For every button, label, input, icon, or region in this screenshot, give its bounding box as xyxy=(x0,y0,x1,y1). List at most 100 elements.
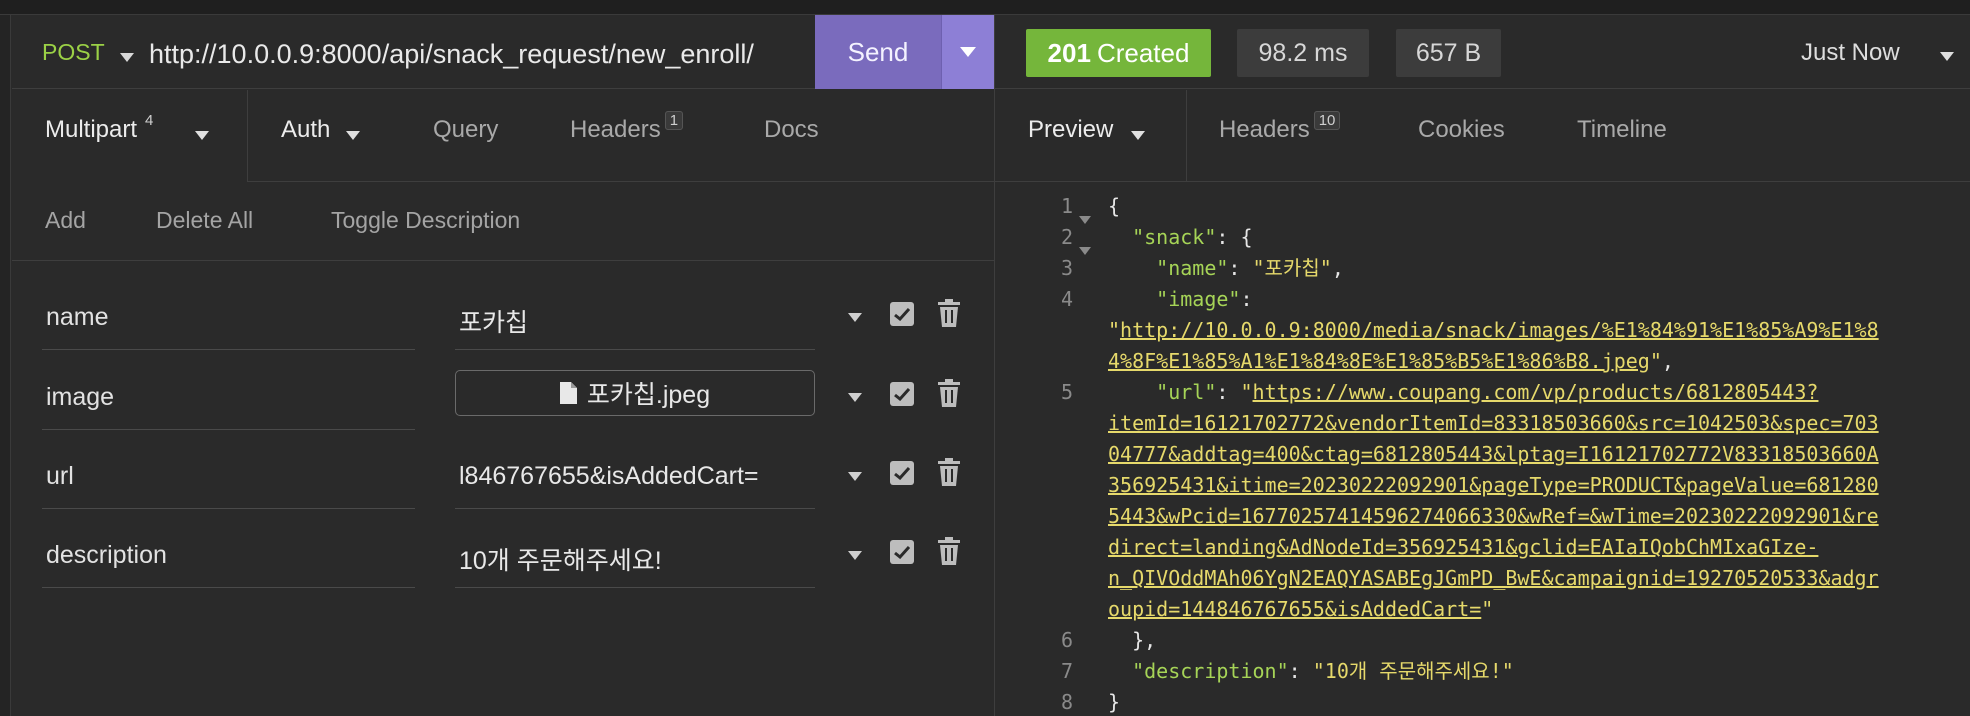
param-value-input[interactable]: 포카칩 xyxy=(459,303,819,339)
headers-count-badge: 1 xyxy=(664,111,684,130)
url-link[interactable]: oupid=144846767655&isAddedCart= xyxy=(1108,597,1481,621)
checkbox-icon[interactable] xyxy=(890,302,914,326)
line-number: 3 xyxy=(1060,256,1073,280)
caret-down-icon[interactable] xyxy=(848,309,862,327)
param-key-input[interactable]: url xyxy=(46,462,74,491)
json-line: direct=landing&AdNodeId=356925431&gclid=… xyxy=(1108,532,1818,563)
caret-down-icon[interactable] xyxy=(1131,127,1145,145)
delete-all-button[interactable]: Delete All xyxy=(156,207,253,234)
file-picker-button[interactable]: 포카칩.jpeg xyxy=(455,370,815,416)
fold-caret-icon[interactable] xyxy=(1079,202,1091,233)
json-line: "description": "10개 주문해주세요!" xyxy=(1132,659,1514,683)
url-link[interactable]: n_QIVOddMAh06YgN2EAQYASABEgJGmPD_BwE&cam… xyxy=(1108,566,1879,590)
json-line: 4%8F%E1%85%A1%E1%84%8E%E1%85%B5%E1%86%B8… xyxy=(1108,349,1674,373)
add-param-button[interactable]: Add xyxy=(45,207,86,234)
response-pane: 201 Created 98.2 ms 657 B Just Now Previe… xyxy=(995,15,1970,716)
param-row: url l846767655&isAddedCart= xyxy=(12,446,994,526)
tab-headers[interactable]: Headers 1 xyxy=(570,111,684,144)
tab-auth[interactable]: Auth xyxy=(281,116,330,144)
line-number: 1 xyxy=(1060,194,1073,218)
divider xyxy=(42,508,415,509)
url-link[interactable]: itemId=16121702772&vendorItemId=83318503… xyxy=(1108,411,1879,435)
json-line: 04777&addtag=400&ctag=6812805443&lptag=I… xyxy=(1108,439,1879,470)
caret-down-icon xyxy=(960,47,976,57)
json-line: "image": xyxy=(1156,287,1253,311)
url-input[interactable]: http://10.0.0.9:8000/api/snack_request/n… xyxy=(149,39,754,70)
response-time-badge: 98.2 ms xyxy=(1237,29,1369,77)
send-button[interactable]: Send xyxy=(815,15,941,89)
caret-down-icon[interactable] xyxy=(848,468,862,486)
checkbox-icon[interactable] xyxy=(890,540,914,564)
divider xyxy=(455,508,815,509)
send-options-button[interactable] xyxy=(941,15,994,89)
file-icon xyxy=(559,382,577,404)
line-number: 8 xyxy=(1060,690,1073,714)
request-pane: POST http://10.0.0.9:8000/api/snack_requ… xyxy=(12,15,994,716)
json-line: 5443&wPcid=16770257414596274066330&wRef=… xyxy=(1108,501,1879,532)
tab-cookies[interactable]: Cookies xyxy=(1418,116,1505,144)
line-number: 6 xyxy=(1060,628,1073,652)
json-line: "http://10.0.0.9:8000/media/snack/images… xyxy=(1108,318,1879,342)
param-row: name 포카칩 xyxy=(12,287,994,367)
divider xyxy=(42,587,415,588)
checkbox-icon[interactable] xyxy=(890,461,914,485)
checkbox-icon[interactable] xyxy=(890,382,914,406)
response-headers-count-badge: 10 xyxy=(1313,111,1341,130)
response-tabs: Preview Headers 10 Cookies Timeline xyxy=(995,90,1970,182)
tab-body[interactable]: Multipart 4 xyxy=(45,112,157,144)
line-number: 5 xyxy=(1060,380,1073,404)
trash-icon[interactable] xyxy=(938,379,960,412)
caret-down-icon[interactable] xyxy=(195,127,209,145)
tab-preview[interactable]: Preview xyxy=(1028,116,1113,144)
divider xyxy=(455,349,815,350)
method-selector[interactable]: POST xyxy=(42,39,105,66)
tab-response-headers[interactable]: Headers 10 xyxy=(1219,111,1341,144)
caret-down-icon[interactable] xyxy=(1940,48,1954,66)
json-line: n_QIVOddMAh06YgN2EAQYASABEgJGmPD_BwE&cam… xyxy=(1108,563,1879,594)
url-bar: POST http://10.0.0.9:8000/api/snack_requ… xyxy=(12,15,994,89)
sidebar-edge xyxy=(0,15,11,716)
json-line: }, xyxy=(1132,628,1157,652)
json-line: 356925431&itime=20230222092901&pageType=… xyxy=(1108,470,1879,501)
divider xyxy=(455,587,815,588)
response-status-bar: 201 Created 98.2 ms 657 B Just Now xyxy=(995,15,1970,89)
trash-icon[interactable] xyxy=(938,299,960,332)
tab-docs[interactable]: Docs xyxy=(764,116,819,144)
history-selector[interactable]: Just Now xyxy=(1801,39,1900,67)
json-line: "name": "포카칩", xyxy=(1156,256,1344,280)
trash-icon[interactable] xyxy=(938,458,960,491)
url-link[interactable]: https://www.coupang.com/vp/products/6812… xyxy=(1253,380,1819,404)
param-key-input[interactable]: image xyxy=(46,383,114,412)
param-key-input[interactable]: description xyxy=(46,541,167,570)
caret-down-icon[interactable] xyxy=(848,547,862,565)
param-row: image 포카칩.jpeg xyxy=(12,367,994,447)
url-link[interactable]: direct=landing&AdNodeId=356925431&gclid=… xyxy=(1108,535,1818,559)
json-line: "snack": { xyxy=(1132,225,1253,249)
toggle-description-button[interactable]: Toggle Description xyxy=(331,207,520,234)
body-count-badge: 4 xyxy=(145,112,154,129)
param-value-input[interactable]: 10개 주문해주세요! xyxy=(459,541,819,577)
trash-icon[interactable] xyxy=(938,537,960,570)
caret-down-icon[interactable] xyxy=(848,389,862,407)
line-number: 7 xyxy=(1060,659,1073,683)
file-name: 포카칩.jpeg xyxy=(586,381,711,409)
url-link[interactable]: 356925431&itime=20230222092901&pageType=… xyxy=(1108,473,1879,497)
image-link[interactable]: http://10.0.0.9:8000/media/snack/images/… xyxy=(1120,318,1879,342)
caret-down-icon[interactable] xyxy=(346,127,360,145)
status-badge: 201 Created xyxy=(1026,29,1211,77)
caret-down-icon[interactable] xyxy=(120,49,134,67)
fold-caret-icon[interactable] xyxy=(1079,233,1091,264)
image-link[interactable]: 4%8F%E1%85%A1%E1%84%8E%E1%85%B5%E1%86%B8… xyxy=(1108,349,1650,373)
param-row: description 10개 주문해주세요! xyxy=(12,525,994,605)
window-top-strip xyxy=(0,0,1970,15)
url-link[interactable]: 04777&addtag=400&ctag=6812805443&lptag=I… xyxy=(1108,442,1879,466)
param-key-input[interactable]: name xyxy=(46,303,109,332)
json-brace: } xyxy=(1108,690,1121,714)
tab-timeline[interactable]: Timeline xyxy=(1577,116,1667,144)
json-line: "url": "https://www.coupang.com/vp/produ… xyxy=(1156,380,1819,404)
url-link[interactable]: 5443&wPcid=16770257414596274066330&wRef=… xyxy=(1108,504,1879,528)
tab-query[interactable]: Query xyxy=(433,116,498,144)
response-json-viewer: 1 2 3 4 5 6 7 8 { "snack": { "name": "포카… xyxy=(995,183,1970,716)
divider xyxy=(42,429,415,430)
param-value-input[interactable]: l846767655&isAddedCart= xyxy=(459,462,819,491)
